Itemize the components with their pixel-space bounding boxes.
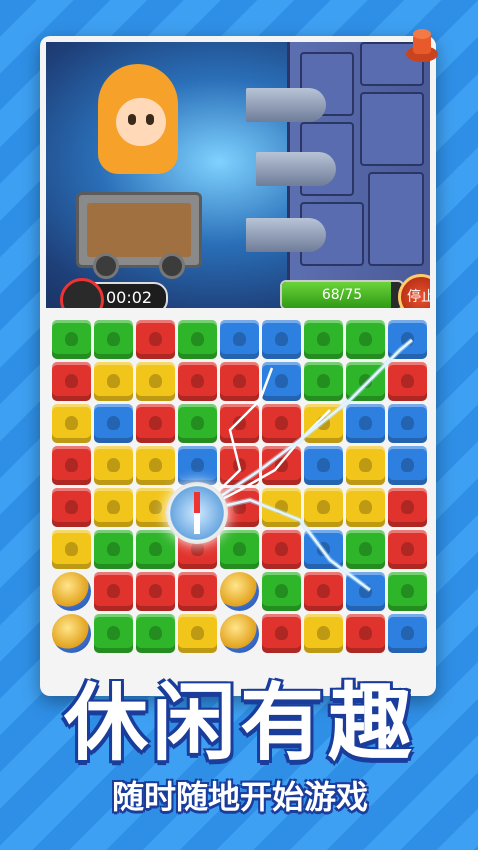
red-block[interactable] [178, 362, 217, 401]
blue-block[interactable] [262, 320, 301, 359]
mine-scene: 00:02 68/75 停止 [46, 42, 430, 308]
yellow-block[interactable] [52, 404, 91, 443]
headline-text: 休闲有趣 [63, 674, 416, 772]
red-block[interactable] [136, 404, 175, 443]
ball-obstacle[interactable] [52, 572, 91, 611]
drill-icon [256, 152, 336, 186]
green-block[interactable] [304, 320, 343, 359]
green-block[interactable] [388, 572, 427, 611]
green-block[interactable] [136, 614, 175, 653]
timer-value: 00:02 [106, 288, 153, 307]
green-block[interactable] [94, 530, 133, 569]
yellow-block[interactable] [136, 446, 175, 485]
yellow-block[interactable] [136, 362, 175, 401]
blue-block[interactable] [388, 446, 427, 485]
blue-block[interactable] [388, 320, 427, 359]
timer-display: 00:02 [60, 278, 168, 308]
red-block[interactable] [346, 614, 385, 653]
red-block[interactable] [262, 614, 301, 653]
green-block[interactable] [262, 572, 301, 611]
red-block[interactable] [136, 572, 175, 611]
green-block[interactable] [178, 320, 217, 359]
ball-obstacle[interactable] [220, 572, 259, 611]
red-block[interactable] [220, 362, 259, 401]
red-block[interactable] [52, 362, 91, 401]
red-block[interactable] [52, 446, 91, 485]
drill-icon [246, 218, 326, 252]
red-block[interactable] [52, 488, 91, 527]
mine-cart [76, 192, 202, 279]
yellow-block[interactable] [178, 614, 217, 653]
yellow-block[interactable] [346, 446, 385, 485]
progress-bar: 68/75 [280, 280, 404, 308]
green-block[interactable] [346, 320, 385, 359]
red-block[interactable] [94, 572, 133, 611]
yellow-block[interactable] [94, 488, 133, 527]
blue-block[interactable] [262, 362, 301, 401]
yellow-block[interactable] [52, 530, 91, 569]
blue-block[interactable] [388, 404, 427, 443]
red-block[interactable] [262, 530, 301, 569]
yellow-block[interactable] [94, 362, 133, 401]
drill-icon [246, 88, 326, 122]
green-block[interactable] [220, 530, 259, 569]
progress-text: 68/75 [321, 287, 363, 303]
red-block[interactable] [304, 572, 343, 611]
red-block[interactable] [262, 404, 301, 443]
blue-block[interactable] [94, 404, 133, 443]
yellow-block[interactable] [304, 614, 343, 653]
girl-character [98, 64, 178, 184]
ball-obstacle[interactable] [220, 614, 259, 653]
red-block[interactable] [388, 488, 427, 527]
pin-icon [406, 29, 438, 62]
blue-block[interactable] [388, 614, 427, 653]
yellow-block[interactable] [94, 446, 133, 485]
green-block[interactable] [346, 362, 385, 401]
yellow-block[interactable] [262, 488, 301, 527]
green-block[interactable] [94, 614, 133, 653]
red-block[interactable] [220, 446, 259, 485]
green-block[interactable] [304, 362, 343, 401]
blue-block[interactable] [304, 530, 343, 569]
red-block[interactable] [178, 572, 217, 611]
red-block[interactable] [136, 320, 175, 359]
green-block[interactable] [52, 320, 91, 359]
green-block[interactable] [178, 404, 217, 443]
green-block[interactable] [346, 530, 385, 569]
subline-text: 随时随地开始游戏 [111, 778, 368, 816]
yellow-block[interactable] [304, 488, 343, 527]
blue-block[interactable] [178, 446, 217, 485]
yellow-block[interactable] [346, 488, 385, 527]
clock-icon [60, 278, 104, 308]
red-block[interactable] [388, 530, 427, 569]
puzzle-board[interactable] [52, 320, 432, 696]
green-block[interactable] [94, 320, 133, 359]
green-block[interactable] [136, 530, 175, 569]
blue-block[interactable] [346, 572, 385, 611]
blue-block[interactable] [304, 446, 343, 485]
blue-block[interactable] [346, 404, 385, 443]
blue-block[interactable] [220, 320, 259, 359]
yellow-block[interactable] [304, 404, 343, 443]
red-block[interactable] [388, 362, 427, 401]
ball-obstacle[interactable] [52, 614, 91, 653]
red-block[interactable] [220, 404, 259, 443]
red-block[interactable] [262, 446, 301, 485]
compass-booster-icon[interactable] [166, 482, 228, 544]
